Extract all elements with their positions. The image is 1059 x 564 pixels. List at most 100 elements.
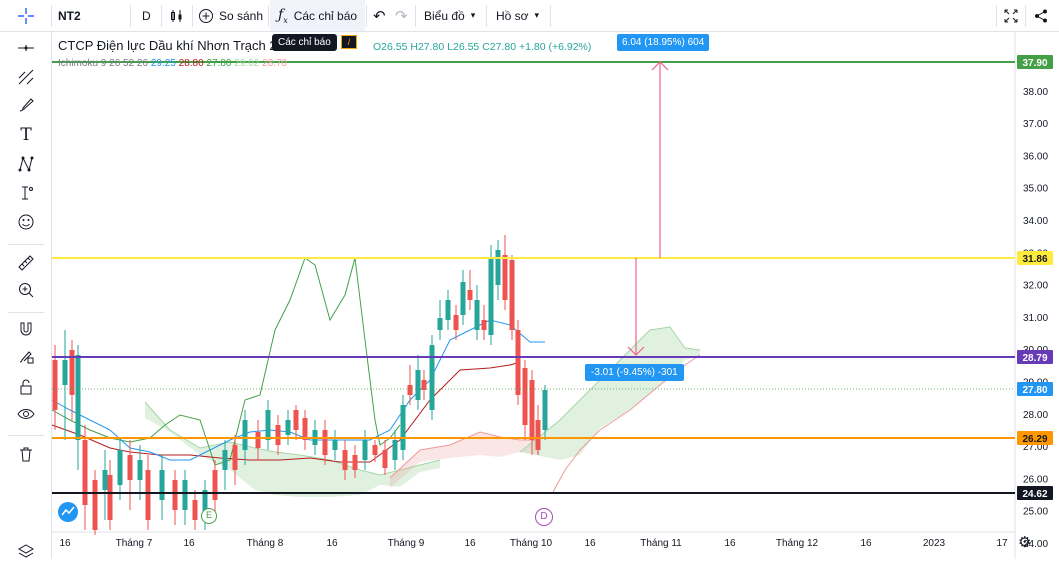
price-badge-label: 24.62	[1022, 489, 1047, 500]
candle-body	[322, 430, 328, 455]
earnings-marker[interactable]: E	[201, 508, 217, 524]
price-tick-label: 34.00	[1023, 216, 1048, 227]
price-badge-label: 28.79	[1022, 353, 1047, 364]
candle-body	[117, 450, 123, 485]
candle-body	[285, 420, 291, 435]
price-badge-label: 37.90	[1022, 58, 1047, 69]
ichimoku-label: Ichimoku 9 26 52 26	[58, 58, 149, 69]
price-tick-label: 35.00	[1023, 184, 1048, 195]
time-tick-label: Tháng 12	[776, 538, 819, 549]
candle-body	[502, 255, 508, 300]
candle-body	[467, 290, 473, 300]
candle-body	[212, 470, 218, 500]
candle-body	[460, 282, 466, 315]
time-tick-label: Tháng 11	[640, 538, 682, 549]
candle-body	[352, 455, 358, 470]
time-tick-label: 16	[183, 538, 195, 549]
candle-body	[222, 450, 228, 470]
ichimoku-value: 29.25	[150, 58, 176, 69]
candle-body	[232, 445, 238, 470]
time-tick-label: 16	[860, 538, 872, 549]
measure-down-label[interactable]: -3.01 (-9.45%) -301	[585, 364, 684, 381]
time-tick-label: 16	[59, 538, 71, 549]
open-value: O26.55	[373, 41, 408, 53]
measure-up-label[interactable]: 6.04 (18.95%) 604	[617, 34, 710, 51]
candle-body	[407, 385, 413, 395]
lagging-span	[51, 257, 401, 466]
low-value: L26.55	[447, 41, 480, 53]
candle-body	[429, 345, 435, 410]
candle-body	[82, 440, 88, 505]
candle-body	[392, 440, 398, 460]
candle-body	[522, 368, 528, 425]
time-tick-label: 16	[584, 538, 596, 549]
time-tick-label: 16	[464, 538, 476, 549]
price-badge-label: 27.80	[1022, 385, 1047, 396]
candle-body	[481, 320, 487, 330]
candle-body	[445, 300, 451, 320]
dividend-marker[interactable]: D	[535, 508, 553, 526]
price-tick-label: 38.00	[1023, 87, 1048, 98]
candle-body	[293, 410, 299, 430]
ichimoku-values: 29.25 28.80 27.80 29.02 28.70	[151, 58, 287, 69]
candle-body	[172, 480, 178, 510]
candle-body	[474, 300, 480, 330]
time-tick-label: 2023	[923, 538, 946, 549]
candle-body	[182, 480, 188, 510]
candle-body	[453, 315, 459, 330]
candle-body	[342, 450, 348, 470]
candle-body	[421, 380, 427, 390]
candle-body	[62, 360, 68, 385]
candle-body	[242, 420, 248, 450]
candle-body	[302, 418, 308, 440]
ichimoku-value: 29.02	[231, 58, 260, 69]
candle-body	[515, 330, 521, 395]
cloud-bearish	[390, 432, 540, 488]
candle-body	[192, 500, 198, 520]
candle-body	[92, 480, 98, 530]
ichimoku-value: 28.70	[259, 58, 288, 69]
price-tick-label: 31.00	[1023, 313, 1048, 324]
time-tick-label: Tháng 9	[388, 538, 425, 549]
candle-body	[265, 410, 271, 440]
candle-body	[255, 432, 261, 448]
time-tick-label: 16	[724, 538, 736, 549]
price-badge-label: 31.86	[1022, 254, 1047, 265]
close-value: C27.80	[482, 41, 517, 53]
time-tick-label: Tháng 8	[247, 538, 284, 549]
candle-body	[145, 470, 151, 520]
time-tick-label: 16	[326, 538, 338, 549]
price-tick-label: 25.00	[1023, 507, 1048, 518]
candle-body	[542, 390, 548, 430]
price-tick-label: 26.00	[1023, 474, 1048, 485]
candle-body	[127, 455, 133, 480]
settings-gear-icon[interactable]: ⚙	[1018, 533, 1031, 551]
candle-body	[75, 355, 81, 440]
ichimoku-value: 27.80	[203, 58, 232, 69]
price-tick-label: 32.00	[1023, 281, 1048, 292]
candle-body	[159, 470, 165, 500]
candle-body	[535, 420, 541, 450]
candle-body	[382, 450, 388, 468]
candle-body	[107, 475, 113, 520]
indicators-tooltip: Các chỉ báo	[272, 34, 337, 51]
candle-body	[400, 405, 406, 450]
candle-body	[275, 425, 281, 445]
candle-body	[509, 260, 515, 330]
ichimoku-legend: Ichimoku 9 26 52 26 29.25 28.80 27.80 29…	[58, 58, 287, 69]
candle-body	[102, 470, 108, 490]
logo-icon	[58, 502, 78, 522]
price-chart[interactable]: 38.0037.0036.0035.0034.0033.0032.0031.00…	[0, 0, 1059, 559]
price-tick-label: 37.00	[1023, 119, 1048, 130]
change-value: +1.80 (+6.92%)	[518, 41, 592, 53]
candle-body	[137, 460, 143, 480]
candle-body	[495, 250, 501, 285]
price-tick-label: 36.00	[1023, 151, 1048, 162]
tooltip-shortcut-icon: /	[341, 35, 357, 49]
high-value: H27.80	[410, 41, 445, 53]
candle-body	[372, 445, 378, 455]
candle-body	[415, 370, 421, 400]
legend-title: CTCP Điện lực Dầu khí Nhơn Trạch 2	[58, 38, 277, 53]
price-tick-label: 28.00	[1023, 410, 1048, 421]
candle-body	[437, 318, 443, 330]
